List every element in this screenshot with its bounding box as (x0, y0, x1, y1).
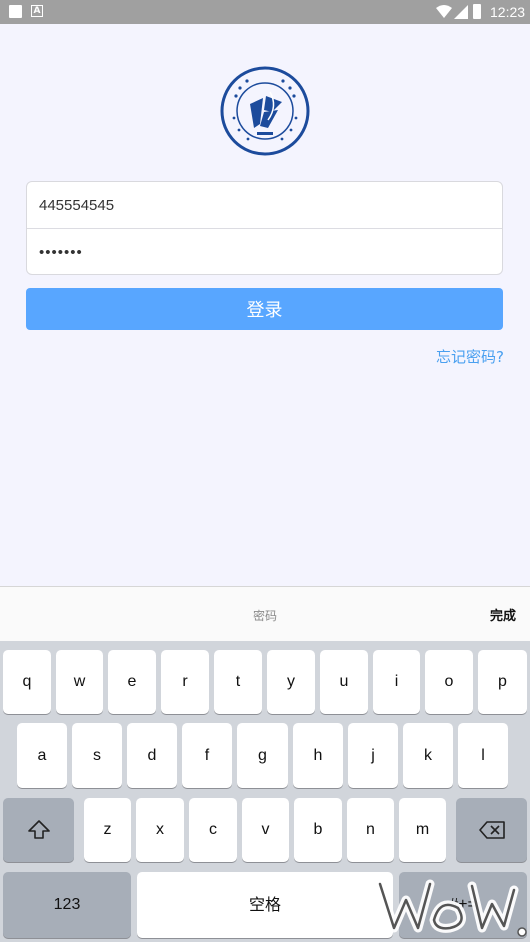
key-n[interactable]: n (347, 798, 394, 862)
app-notification-icon: A (31, 5, 43, 17)
password-input[interactable] (39, 230, 490, 274)
status-time: 12:23 (490, 4, 526, 20)
symbols-key[interactable]: #+= (399, 872, 527, 938)
keyboard: q w e r t y u i o p a s d f g h j k l z … (0, 641, 530, 942)
battery-icon (473, 4, 481, 19)
key-h[interactable]: h (293, 723, 343, 788)
login-button[interactable]: 登录 (26, 288, 503, 330)
keyboard-done-button[interactable]: 完成 (490, 605, 516, 624)
key-u[interactable]: u (320, 650, 368, 714)
key-c[interactable]: c (189, 798, 237, 862)
signal-icon (454, 5, 468, 19)
numbers-key[interactable]: 123 (3, 872, 131, 938)
key-a[interactable]: a (17, 723, 67, 788)
key-w[interactable]: w (56, 650, 103, 714)
shift-icon (27, 820, 50, 839)
key-l[interactable]: l (458, 723, 508, 788)
key-y[interactable]: y (267, 650, 315, 714)
forgot-password-link[interactable]: 忘记密码? (436, 346, 504, 367)
keyboard-toolbar: 密码 完成 (0, 586, 530, 641)
key-j[interactable]: j (348, 723, 398, 788)
notification-icon (9, 5, 22, 18)
key-i[interactable]: i (373, 650, 420, 714)
college-logo (220, 66, 310, 156)
key-x[interactable]: x (136, 798, 184, 862)
key-v[interactable]: v (242, 798, 289, 862)
key-o[interactable]: o (425, 650, 473, 714)
form-divider (27, 228, 502, 229)
key-d[interactable]: d (127, 723, 177, 788)
key-m[interactable]: m (399, 798, 446, 862)
key-p[interactable]: p (478, 650, 527, 714)
key-q[interactable]: q (3, 650, 51, 714)
status-bar: A 12:23 (0, 0, 530, 24)
key-b[interactable]: b (294, 798, 342, 862)
backspace-key[interactable] (456, 798, 527, 862)
key-e[interactable]: e (108, 650, 156, 714)
key-g[interactable]: g (237, 723, 288, 788)
space-key[interactable]: 空格 (137, 872, 393, 938)
shift-key[interactable] (3, 798, 74, 862)
username-input[interactable] (39, 183, 490, 227)
key-f[interactable]: f (182, 723, 232, 788)
key-k[interactable]: k (403, 723, 453, 788)
key-r[interactable]: r (161, 650, 209, 714)
wifi-icon (436, 5, 452, 18)
login-form (26, 181, 503, 275)
backspace-icon (478, 821, 505, 839)
key-z[interactable]: z (84, 798, 131, 862)
keyboard-hint: 密码 (252, 609, 277, 623)
key-t[interactable]: t (214, 650, 262, 714)
key-s[interactable]: s (72, 723, 122, 788)
